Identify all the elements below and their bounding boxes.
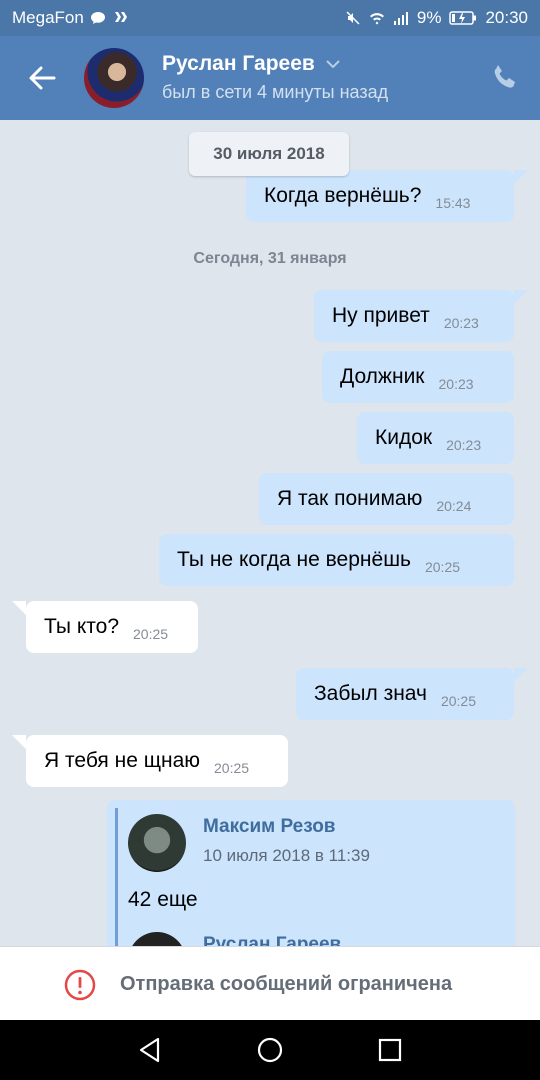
outgoing-message[interactable]: Должник 20:23 [322,351,514,403]
contact-status: был в сети 4 минуты назад [162,82,389,102]
battery-percent: 9% [416,8,442,27]
message-time: 20:24 [436,498,472,514]
signal-icon [393,12,408,25]
message-text: Я тебя не щнаю [44,749,201,772]
outgoing-message[interactable]: Кидок 20:23 [357,412,514,464]
message-text: Ты кто? [44,615,119,638]
outgoing-message[interactable]: Ты не когда не вернёшь 20:25 [159,534,514,586]
message-time: 20:25 [424,559,461,575]
message-time: 20:25 [214,760,250,776]
message-text: Ты не когда не вернёшь [177,548,411,571]
bubble-tail [514,668,528,682]
status-bar: MegaFon 9% 20:30 [0,0,540,36]
outgoing-message[interactable]: Забыл знач 20:25 [296,668,514,720]
forwarded-text: 42 еще [128,888,198,911]
recents-square-icon[interactable] [376,1036,404,1064]
mute-icon [346,11,360,25]
date-pill: 30 июля 2018 [189,132,349,176]
restriction-text: Отправка сообщений ограничена [120,973,453,995]
conversation-header: Руслан Гареев был в сети 4 минуты назад [0,36,540,120]
bubble-tail [514,170,528,184]
message-list[interactable]: Когда вернёшь? 15:43 30 июля 2018 Сегодн… [0,120,540,946]
message-time: 20:23 [446,437,482,453]
message-time: 20:23 [443,315,479,331]
battery-icon [449,11,477,25]
nested-author-name[interactable]: Руслан Гареев [203,934,341,946]
message-text: Должник [340,365,425,388]
message-text: Кидок [375,426,433,449]
forwarded-author-avatar[interactable] [128,814,186,872]
forwarded-message[interactable]: Максим Резов 10 июля 2018 в 11:39 42 еще… [107,800,515,946]
message-time: 20:25 [133,626,169,642]
outgoing-message[interactable]: Когда вернёшь? 15:43 [246,170,514,222]
message-text: Забыл знач [314,682,427,705]
exclamation-circle-icon [64,969,96,1001]
system-navigation-bar [0,1020,540,1080]
clock: 20:30 [485,8,528,27]
forwarded-author-name[interactable]: Максим Резов [203,816,336,838]
bubble-tail [12,735,26,749]
outgoing-message[interactable]: Ну привет 20:23 [314,290,514,342]
home-circle-icon[interactable] [256,1036,284,1064]
contact-avatar[interactable] [84,48,144,108]
carrier-label: MegaFon [12,8,84,27]
bubble-tail [514,290,528,304]
back-triangle-icon[interactable] [136,1036,164,1064]
forwarded-date: 10 июля 2018 в 11:39 [203,846,370,865]
chat-bubble-icon [90,12,105,24]
message-time: 15:43 [435,195,471,211]
wifi-icon [369,13,384,25]
back-arrow-icon[interactable] [24,60,60,96]
nested-author-avatar[interactable] [128,932,186,946]
message-text: Я так понимаю [277,487,423,510]
message-text: Ну привет [332,304,430,327]
messaging-restricted-bar: Отправка сообщений ограничена [0,946,540,1021]
incoming-message[interactable]: Я тебя не щнаю 20:25 [26,735,288,787]
date-separator: Сегодня, 31 января [193,250,347,267]
chevron-down-icon [326,60,340,69]
outgoing-message[interactable]: Я так понимаю 20:24 [259,473,514,525]
vk-flag-icon [114,12,127,22]
contact-name-row[interactable]: Руслан Гареев [162,52,341,76]
contact-name: Руслан Гареев [162,52,315,75]
bubble-tail [12,601,26,615]
message-time: 20:25 [440,693,477,709]
phone-icon[interactable] [490,62,520,92]
message-time: 20:23 [438,376,474,392]
forward-quote-bar [115,808,118,946]
message-text: Когда вернёшь? [264,184,422,207]
incoming-message[interactable]: Ты кто? 20:25 [26,601,198,653]
